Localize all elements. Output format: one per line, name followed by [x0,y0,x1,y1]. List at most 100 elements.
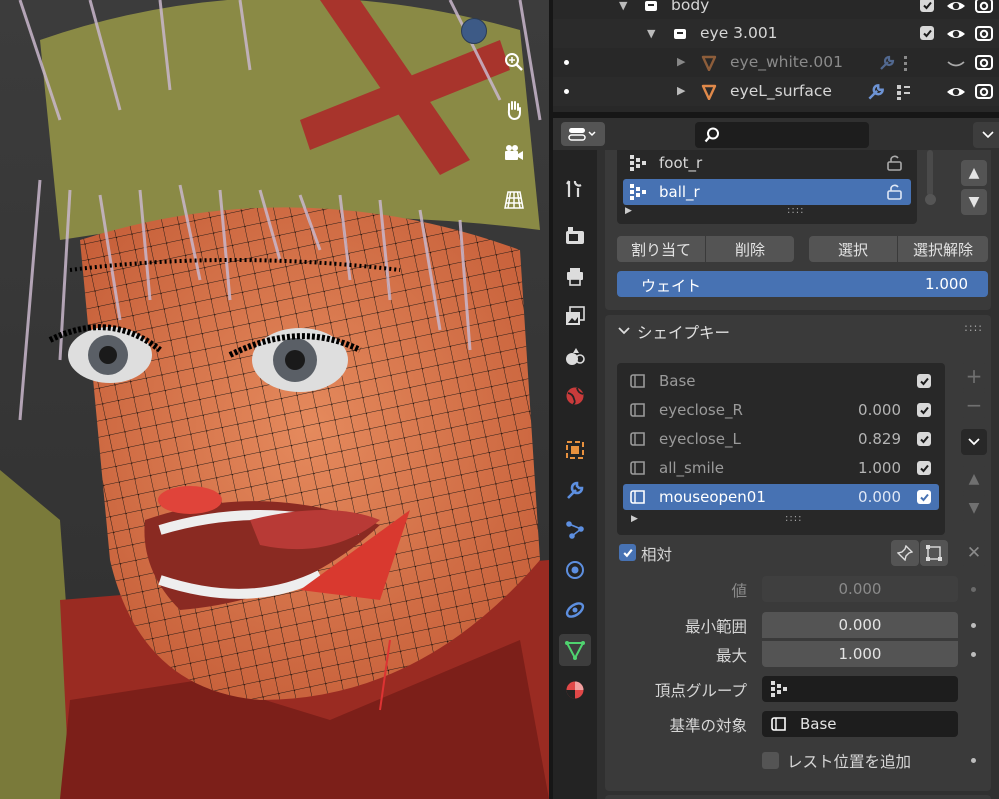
shape-key-item[interactable]: all_smile 1.000 [623,455,939,481]
tab-physics[interactable] [559,554,591,586]
wrench-modifier-icon[interactable] [866,82,886,102]
shape-key-value[interactable]: 1.000 [821,459,901,477]
shape-key-pin-button[interactable] [891,540,919,566]
max-field[interactable]: 1.000 [762,641,958,667]
outliner-row-body[interactable]: ▼ body [553,0,999,20]
shape-key-mute-checkbox[interactable] [917,432,931,446]
editor-type-dropdown[interactable] [561,122,605,146]
expand-arrow-icon[interactable]: ▼ [647,27,655,40]
camera-view-icon[interactable] [500,140,528,168]
pan-hand-icon[interactable] [500,96,528,124]
move-up-button[interactable]: ▲ [961,160,987,186]
shape-key-list[interactable]: Base eyeclose_R 0.000 eyeclose_L 0.829 a… [617,363,945,535]
vertex-group-list[interactable]: foot_r ball_r ▶ :::: [617,150,917,224]
add-rest-position-checkbox[interactable] [762,752,779,769]
outliner-row-eye-white[interactable]: ▶ eye_white.001 [553,48,999,77]
shape-key-value[interactable]: 0.000 [821,488,901,506]
filter-expand-arrow-icon[interactable]: ▶ [631,514,638,524]
drag-handle-icon[interactable]: :::: [964,321,983,334]
range-min-field[interactable]: 0.000 [762,612,958,638]
vertex-group-field[interactable] [762,676,958,702]
filter-expand-arrow-icon[interactable]: ▶ [625,206,632,216]
tab-particles[interactable] [559,514,591,546]
shape-key-item[interactable]: eyeclose_R 0.000 [623,397,939,423]
add-shape-key-button[interactable]: + [961,363,987,389]
tab-output[interactable] [559,260,591,292]
exclude-checkbox[interactable] [920,26,934,40]
options-dropdown[interactable] [973,122,999,148]
outliner-row-eyel-surface[interactable]: ▶ eyeL_surface [553,77,999,106]
tab-object[interactable] [559,434,591,466]
shape-key-mute-checkbox[interactable] [917,461,931,475]
relative-checkbox[interactable] [619,544,636,561]
eye-hidden-icon[interactable] [946,54,966,72]
select-button[interactable]: 選択 [809,236,897,262]
clear-shape-key-button[interactable]: ✕ [961,540,987,566]
tab-tool[interactable] [559,172,591,204]
vertex-group-item[interactable]: foot_r [623,150,911,176]
move-down-button[interactable]: ▼ [961,495,987,521]
tab-scene[interactable] [559,340,591,372]
remove-button[interactable]: 削除 [706,236,794,262]
shape-key-specials-button[interactable] [961,429,987,455]
zoom-icon[interactable] [500,48,528,76]
lock-open-icon[interactable] [885,154,905,172]
shape-key-mute-checkbox[interactable] [917,490,931,504]
vertex-group-item-selected[interactable]: ball_r [623,179,911,205]
shape-key-item[interactable]: Base [623,368,939,394]
eye-visibility-icon[interactable] [946,0,966,15]
search-input[interactable] [725,125,865,145]
expand-arrow-icon[interactable]: ▼ [619,0,627,12]
camera-render-icon[interactable] [974,24,994,42]
tab-object-data[interactable] [559,634,591,666]
value-field[interactable]: 0.000 [762,576,958,602]
tab-view-layer[interactable] [559,300,591,332]
mesh-object-icon [701,84,717,100]
shape-key-mute-checkbox[interactable] [917,374,931,388]
list-resize-handle[interactable]: :::: [785,513,802,524]
tab-world[interactable] [559,380,591,412]
3d-viewport[interactable] [0,0,549,799]
move-down-button[interactable]: ▼ [961,189,987,215]
remove-shape-key-button[interactable]: − [961,392,987,418]
camera-render-icon[interactable] [974,82,994,100]
outliner-row-eye-collection[interactable]: ▼ eye 3.001 [553,19,999,48]
shape-key-value[interactable]: 0.829 [821,430,901,448]
expand-arrow-icon[interactable]: ▶ [677,84,685,97]
shape-key-item-selected[interactable]: mouseopen01 0.000 [623,484,939,510]
lock-open-icon[interactable] [885,183,905,201]
camera-render-icon[interactable] [974,0,994,14]
keyframe-dot-icon[interactable] [971,652,976,657]
keyframe-dot-icon[interactable] [971,623,976,628]
tab-render[interactable] [559,220,591,252]
wrench-modifier-icon[interactable] [878,54,896,72]
exclude-checkbox[interactable] [920,0,934,12]
perspective-grid-icon[interactable] [500,186,528,214]
keyframe-dot-icon[interactable] [971,758,976,763]
weight-slider[interactable]: ウェイト 1.000 [617,271,988,297]
orientation-gizmo-dot[interactable] [461,18,487,44]
shape-keys-header[interactable]: シェイプキー :::: [605,315,991,347]
list-resize-handle[interactable]: :::: [787,205,804,216]
tab-material[interactable] [559,674,591,706]
shape-key-item[interactable]: eyeclose_L 0.829 [623,426,939,452]
move-up-button[interactable]: ▲ [961,466,987,492]
eye-visibility-icon[interactable] [946,83,966,101]
tab-constraints[interactable] [559,594,591,626]
camera-render-icon[interactable] [974,53,994,71]
deselect-button[interactable]: 選択解除 [898,236,988,262]
assign-button[interactable]: 割り当て [617,236,705,262]
shape-key-value[interactable]: 0.000 [821,401,901,419]
eye-visibility-icon[interactable] [946,25,966,43]
outliner-label: eye_white.001 [730,53,843,71]
edit-mode-toggle-button[interactable] [920,540,948,566]
tab-modifiers[interactable] [559,474,591,506]
relative-to-label: 基準の対象 [669,717,747,735]
search-field[interactable] [695,122,869,148]
shape-key-mute-checkbox[interactable] [917,403,931,417]
add-rest-position-label: レスト位置を追加 [787,753,912,771]
relative-to-field[interactable]: Base [762,711,958,737]
keyframe-dot-icon[interactable] [971,587,976,592]
list-scrollbar[interactable] [927,150,933,196]
expand-arrow-icon[interactable]: ▶ [677,55,685,68]
